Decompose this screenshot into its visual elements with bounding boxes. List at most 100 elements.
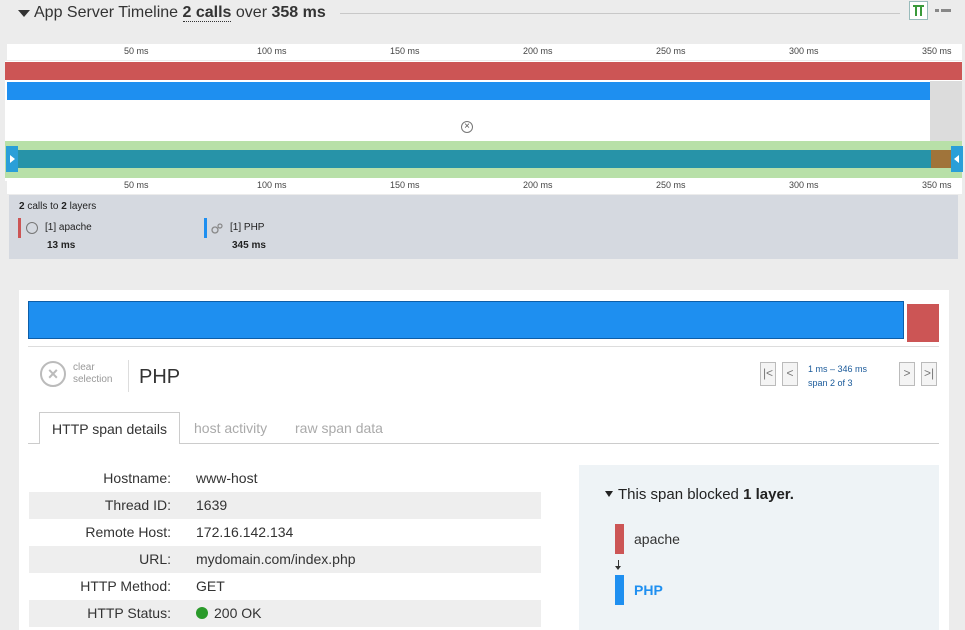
legend-apache-swatch (18, 218, 21, 238)
right-arrow-icon (10, 155, 15, 163)
tab-host-activity[interactable]: host activity (194, 412, 267, 444)
ruler-tick-label: 50 ms (124, 46, 149, 56)
tab-http-span-details[interactable]: HTTP span details (39, 412, 180, 444)
minimap-php-bar (17, 150, 931, 168)
legend-php-label[interactable]: [1] PHP (230, 222, 264, 233)
globe-icon (26, 222, 38, 234)
legend-summary-text: calls to (27, 201, 59, 212)
http-status-value: 200 OK (214, 605, 262, 621)
gears-icon (211, 222, 223, 234)
detail-row: HTTP Method: GET (29, 573, 541, 600)
status-ok-icon (196, 607, 208, 619)
ruler-tick-label: 300 ms (789, 180, 819, 190)
span-time-range: 1 ms – 346 ms (808, 364, 868, 374)
layer-legend (9, 195, 958, 259)
tab-raw-span-data[interactable]: raw span data (295, 412, 383, 444)
blocked-title: This span blocked 1 layer. (618, 486, 794, 503)
row-value: mydomain.com/index.php (196, 551, 356, 567)
row-key: Remote Host: (85, 524, 171, 540)
blocked-layer-php[interactable]: PHP (634, 582, 663, 598)
row-value: 172.16.142.134 (196, 524, 294, 540)
row-value: 200 OK (196, 600, 261, 627)
row-value: 1639 (196, 497, 228, 513)
ruler-tick-label: 150 ms (390, 46, 420, 56)
detail-row: Hostname: www-host (29, 465, 541, 492)
legend-php-swatch (204, 218, 207, 238)
timeline-view-icon[interactable] (909, 1, 928, 20)
out-of-range-zone (930, 81, 962, 141)
ruler-tick-label: 350 ms (922, 46, 952, 56)
icon-bar (915, 7, 917, 16)
minimap-end-segment (931, 150, 951, 168)
icon-segment (941, 9, 951, 12)
ruler-tick-label: 200 ms (523, 46, 553, 56)
clear-selection-button[interactable]: clear selection (73, 362, 112, 386)
clear-label: clear (73, 362, 95, 373)
row-key: HTTP Method: (80, 578, 171, 594)
legend-apache-value: 13 ms (47, 240, 76, 251)
ruler-tick-label: 250 ms (656, 46, 686, 56)
list-view-icon[interactable] (934, 3, 952, 18)
selected-apache-bar[interactable] (907, 304, 939, 342)
prev-span-button[interactable]: < (782, 362, 798, 386)
blocked-layer-apache[interactable]: apache (634, 531, 680, 547)
icon-bar (920, 7, 922, 16)
ruler-tick-label: 150 ms (390, 180, 420, 190)
title-over: over (235, 4, 268, 21)
tab-underline (28, 443, 39, 444)
blocked-php-swatch (615, 575, 624, 605)
span-title: PHP (139, 366, 181, 388)
panel-divider (28, 346, 939, 347)
legend-layer-count: 2 (61, 201, 67, 212)
left-arrow-icon (954, 155, 959, 163)
legend-apache-label[interactable]: [1] apache (45, 222, 92, 233)
legend-summary-text: layers (69, 201, 97, 212)
collapse-triangle-icon[interactable] (605, 491, 613, 497)
arrow-head-icon (615, 566, 621, 570)
span-range: 1 ms – 346 ms span 2 of 3 (808, 362, 867, 390)
minimap-right-handle[interactable] (951, 146, 963, 172)
ruler-tick-label: 200 ms (523, 180, 553, 190)
close-selection-icon[interactable]: × (461, 121, 473, 133)
total-duration: 358 ms (271, 4, 326, 21)
time-ruler-bottom: 50 ms 100 ms 150 ms 200 ms 250 ms 300 ms 350 m… (7, 178, 962, 194)
blocked-count: 1 layer. (743, 486, 794, 503)
detail-row: HTTP Status: 200 OK (29, 600, 541, 627)
timeline-title: App Server Timeline 2 calls over 358 ms (34, 4, 326, 22)
row-key: Thread ID: (104, 497, 171, 513)
time-ruler-top: 50 ms 100 ms 150 ms 200 ms 250 ms 300 ms 350 m… (7, 44, 962, 60)
ruler-tick-label: 100 ms (257, 180, 287, 190)
row-value: www-host (196, 470, 258, 486)
ruler-tick-label: 50 ms (124, 180, 149, 190)
clear-selection-icon[interactable]: × (40, 361, 66, 387)
legend-php-value: 345 ms (232, 240, 266, 251)
row-key: Hostname: (103, 470, 171, 486)
calls-count[interactable]: 2 calls (182, 4, 232, 22)
legend-call-count: 2 (19, 201, 25, 212)
row-key: HTTP Status: (87, 605, 171, 621)
detail-row: Thread ID: 1639 (29, 492, 541, 519)
selection-label: selection (73, 374, 113, 385)
first-span-button[interactable]: |< (760, 362, 776, 386)
collapse-triangle-icon[interactable] (18, 10, 30, 17)
header-separator (128, 360, 129, 392)
tab-underline (180, 443, 939, 444)
last-span-button[interactable]: >| (921, 362, 937, 386)
ruler-tick-label: 100 ms (257, 46, 287, 56)
row-value: GET (196, 578, 225, 594)
apache-span-bar[interactable] (5, 62, 962, 80)
php-span-bar[interactable] (7, 82, 930, 100)
icon-segment (935, 9, 939, 12)
row-key: URL: (139, 551, 171, 567)
minimap-left-handle[interactable] (6, 146, 18, 172)
selected-php-bar[interactable] (28, 301, 904, 339)
ruler-tick-label: 250 ms (656, 180, 686, 190)
header-divider (340, 13, 900, 14)
blocked-prefix: This span blocked (618, 486, 739, 503)
ruler-tick-label: 350 ms (922, 180, 952, 190)
span-position: span 2 of 3 (808, 378, 853, 388)
blocked-apache-swatch (615, 524, 624, 554)
title-prefix: App Server Timeline (34, 4, 179, 21)
legend-summary: 2 calls to 2 layers (19, 201, 96, 212)
next-span-button[interactable]: > (899, 362, 915, 386)
